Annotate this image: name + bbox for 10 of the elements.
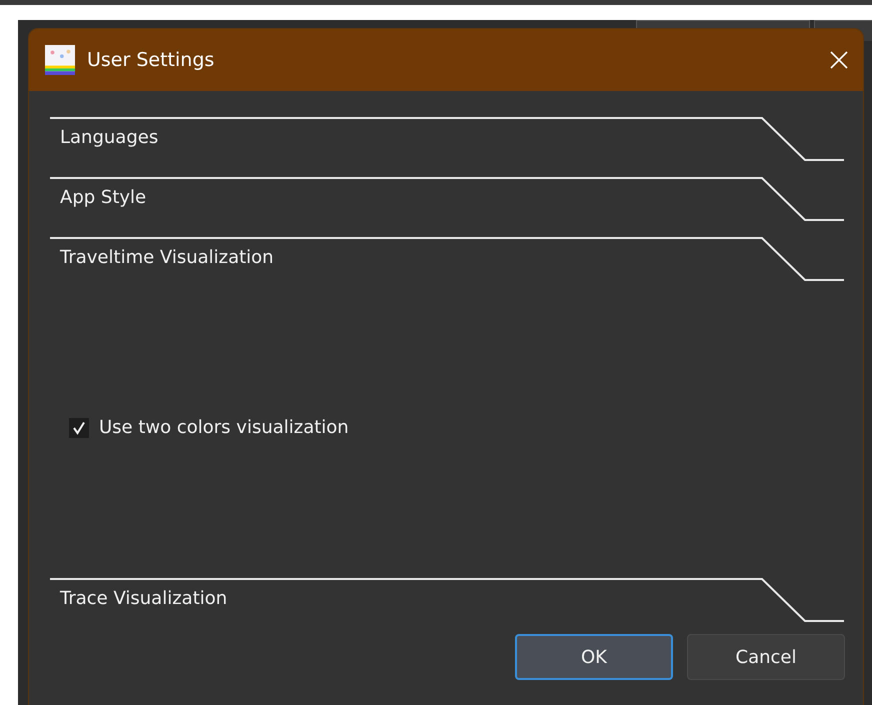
- section-header[interactable]: Traveltime Visualization: [50, 237, 845, 297]
- checkbox[interactable]: [69, 418, 89, 438]
- close-icon[interactable]: [829, 50, 849, 70]
- window-title: User Settings: [87, 49, 216, 71]
- section-header[interactable]: App Style: [50, 177, 845, 237]
- cancel-button[interactable]: Cancel: [687, 634, 845, 680]
- section-header[interactable]: Languages: [50, 117, 845, 177]
- checkbox-label: Use two colors visualization: [99, 417, 349, 438]
- ok-button[interactable]: OK: [515, 634, 673, 680]
- app-icon: [45, 45, 75, 75]
